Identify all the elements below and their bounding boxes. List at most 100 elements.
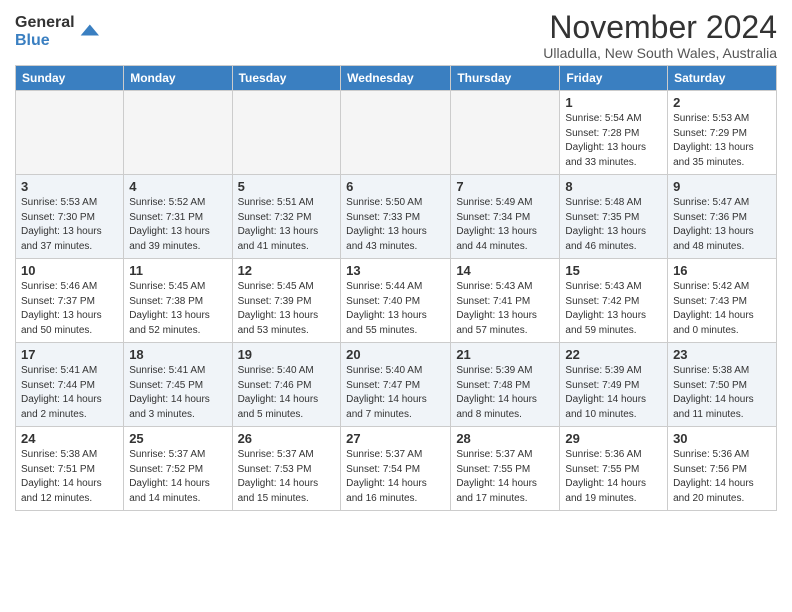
day-number: 21 bbox=[456, 347, 554, 362]
calendar-week-row: 17 Sunrise: 5:41 AMSunset: 7:44 PMDayligh… bbox=[16, 343, 777, 427]
day-number: 2 bbox=[673, 95, 771, 110]
day-number: 10 bbox=[21, 263, 118, 278]
day-info: Sunrise: 5:45 AMSunset: 7:38 PMDaylight:… bbox=[129, 280, 226, 338]
day-number: 6 bbox=[346, 179, 445, 194]
calendar-day-cell: 10 Sunrise: 5:46 AMSunset: 7:37 PMDayligh… bbox=[16, 259, 124, 343]
calendar-day-cell: 14 Sunrise: 5:43 AMSunset: 7:41 PMDayligh… bbox=[451, 259, 560, 343]
day-number: 14 bbox=[456, 263, 554, 278]
day-number: 9 bbox=[673, 179, 771, 194]
day-number: 7 bbox=[456, 179, 554, 194]
calendar-day-cell bbox=[232, 91, 341, 175]
day-number: 3 bbox=[21, 179, 118, 194]
calendar-day-cell: 3 Sunrise: 5:53 AMSunset: 7:30 PMDaylight… bbox=[16, 175, 124, 259]
calendar-week-row: 10 Sunrise: 5:46 AMSunset: 7:37 PMDayligh… bbox=[16, 259, 777, 343]
page-container: General Blue November 2024 Ulladulla, Ne… bbox=[0, 0, 792, 521]
day-number: 29 bbox=[565, 431, 662, 446]
logo-general-text: General bbox=[15, 14, 75, 32]
calendar-day-cell: 6 Sunrise: 5:50 AMSunset: 7:33 PMDaylight… bbox=[341, 175, 451, 259]
calendar-week-row: 24Sunrise: 5:38 AMSunset: 7:51 PMDayligh… bbox=[16, 427, 777, 511]
calendar-weekday-header: Wednesday bbox=[341, 66, 451, 91]
day-number: 16 bbox=[673, 263, 771, 278]
day-info: Sunrise: 5:41 AMSunset: 7:45 PMDaylight:… bbox=[129, 364, 226, 422]
calendar-day-cell: 23 Sunrise: 5:38 AMSunset: 7:50 PMDayligh… bbox=[668, 343, 777, 427]
day-info: Sunrise: 5:43 AMSunset: 7:42 PMDaylight:… bbox=[565, 280, 662, 338]
day-number: 27 bbox=[346, 431, 445, 446]
calendar-weekday-header: Tuesday bbox=[232, 66, 341, 91]
calendar-day-cell: 26Sunrise: 5:37 AMSunset: 7:53 PMDayligh… bbox=[232, 427, 341, 511]
calendar-table: SundayMondayTuesdayWednesdayThursdayFrid… bbox=[15, 65, 777, 511]
day-number: 17 bbox=[21, 347, 118, 362]
day-info: Sunrise: 5:46 AMSunset: 7:37 PMDaylight:… bbox=[21, 280, 118, 338]
day-number: 23 bbox=[673, 347, 771, 362]
calendar-day-cell: 5Sunrise: 5:51 AMSunset: 7:32 PMDaylight… bbox=[232, 175, 341, 259]
day-number: 22 bbox=[565, 347, 662, 362]
day-number: 1 bbox=[565, 95, 662, 110]
calendar-day-cell: 4 Sunrise: 5:52 AMSunset: 7:31 PMDaylight… bbox=[124, 175, 232, 259]
day-info: Sunrise: 5:44 AMSunset: 7:40 PMDaylight:… bbox=[346, 280, 445, 338]
calendar-day-cell: 9Sunrise: 5:47 AMSunset: 7:36 PMDaylight… bbox=[668, 175, 777, 259]
day-number: 11 bbox=[129, 263, 226, 278]
calendar-week-row: 1 Sunrise: 5:54 AMSunset: 7:28 PMDaylight… bbox=[16, 91, 777, 175]
logo-blue-text: Blue bbox=[15, 32, 75, 50]
day-number: 18 bbox=[129, 347, 226, 362]
day-number: 8 bbox=[565, 179, 662, 194]
calendar-day-cell: 7 Sunrise: 5:49 AMSunset: 7:34 PMDaylight… bbox=[451, 175, 560, 259]
day-number: 25 bbox=[129, 431, 226, 446]
day-info: Sunrise: 5:37 AMSunset: 7:55 PMDaylight:… bbox=[456, 448, 554, 506]
calendar-day-cell: 19 Sunrise: 5:40 AMSunset: 7:46 PMDayligh… bbox=[232, 343, 341, 427]
day-number: 13 bbox=[346, 263, 445, 278]
day-info: Sunrise: 5:41 AMSunset: 7:44 PMDaylight:… bbox=[21, 364, 118, 422]
location: Ulladulla, New South Wales, Australia bbox=[543, 45, 777, 61]
calendar-day-cell: 22 Sunrise: 5:39 AMSunset: 7:49 PMDayligh… bbox=[560, 343, 668, 427]
day-info: Sunrise: 5:37 AMSunset: 7:53 PMDaylight:… bbox=[238, 448, 336, 506]
calendar-day-cell: 30Sunrise: 5:36 AMSunset: 7:56 PMDayligh… bbox=[668, 427, 777, 511]
day-info: Sunrise: 5:49 AMSunset: 7:34 PMDaylight:… bbox=[456, 196, 554, 254]
month-title: November 2024 bbox=[543, 10, 777, 45]
day-number: 20 bbox=[346, 347, 445, 362]
calendar-week-row: 3 Sunrise: 5:53 AMSunset: 7:30 PMDaylight… bbox=[16, 175, 777, 259]
day-info: Sunrise: 5:50 AMSunset: 7:33 PMDaylight:… bbox=[346, 196, 445, 254]
day-info: Sunrise: 5:53 AMSunset: 7:29 PMDaylight:… bbox=[673, 112, 771, 170]
day-info: Sunrise: 5:53 AMSunset: 7:30 PMDaylight:… bbox=[21, 196, 118, 254]
day-number: 15 bbox=[565, 263, 662, 278]
day-info: Sunrise: 5:38 AMSunset: 7:50 PMDaylight:… bbox=[673, 364, 771, 422]
day-info: Sunrise: 5:54 AMSunset: 7:28 PMDaylight:… bbox=[565, 112, 662, 170]
day-info: Sunrise: 5:45 AMSunset: 7:39 PMDaylight:… bbox=[238, 280, 336, 338]
calendar-day-cell: 24Sunrise: 5:38 AMSunset: 7:51 PMDayligh… bbox=[16, 427, 124, 511]
calendar-day-cell: 21 Sunrise: 5:39 AMSunset: 7:48 PMDayligh… bbox=[451, 343, 560, 427]
calendar-weekday-header: Thursday bbox=[451, 66, 560, 91]
day-number: 24 bbox=[21, 431, 118, 446]
calendar-day-cell: 29Sunrise: 5:36 AMSunset: 7:55 PMDayligh… bbox=[560, 427, 668, 511]
calendar-day-cell: 12 Sunrise: 5:45 AMSunset: 7:39 PMDayligh… bbox=[232, 259, 341, 343]
calendar-day-cell: 15 Sunrise: 5:43 AMSunset: 7:42 PMDayligh… bbox=[560, 259, 668, 343]
day-info: Sunrise: 5:37 AMSunset: 7:52 PMDaylight:… bbox=[129, 448, 226, 506]
calendar-header-row: SundayMondayTuesdayWednesdayThursdayFrid… bbox=[16, 66, 777, 91]
calendar-weekday-header: Sunday bbox=[16, 66, 124, 91]
header: General Blue November 2024 Ulladulla, Ne… bbox=[15, 10, 777, 61]
day-info: Sunrise: 5:43 AMSunset: 7:41 PMDaylight:… bbox=[456, 280, 554, 338]
day-number: 12 bbox=[238, 263, 336, 278]
day-info: Sunrise: 5:40 AMSunset: 7:46 PMDaylight:… bbox=[238, 364, 336, 422]
day-number: 4 bbox=[129, 179, 226, 194]
day-info: Sunrise: 5:39 AMSunset: 7:49 PMDaylight:… bbox=[565, 364, 662, 422]
calendar-weekday-header: Saturday bbox=[668, 66, 777, 91]
calendar-day-cell: 1 Sunrise: 5:54 AMSunset: 7:28 PMDaylight… bbox=[560, 91, 668, 175]
calendar-day-cell: 8Sunrise: 5:48 AMSunset: 7:35 PMDaylight… bbox=[560, 175, 668, 259]
calendar-day-cell bbox=[16, 91, 124, 175]
calendar-day-cell bbox=[124, 91, 232, 175]
calendar-day-cell: 11 Sunrise: 5:45 AMSunset: 7:38 PMDayligh… bbox=[124, 259, 232, 343]
day-info: Sunrise: 5:52 AMSunset: 7:31 PMDaylight:… bbox=[129, 196, 226, 254]
logo-icon bbox=[77, 19, 99, 41]
day-number: 5 bbox=[238, 179, 336, 194]
day-info: Sunrise: 5:39 AMSunset: 7:48 PMDaylight:… bbox=[456, 364, 554, 422]
title-block: November 2024 Ulladulla, New South Wales… bbox=[543, 10, 777, 61]
calendar-day-cell: 16 Sunrise: 5:42 AMSunset: 7:43 PMDayligh… bbox=[668, 259, 777, 343]
day-info: Sunrise: 5:37 AMSunset: 7:54 PMDaylight:… bbox=[346, 448, 445, 506]
calendar-weekday-header: Friday bbox=[560, 66, 668, 91]
calendar-day-cell: 27 Sunrise: 5:37 AMSunset: 7:54 PMDayligh… bbox=[341, 427, 451, 511]
calendar-day-cell: 18 Sunrise: 5:41 AMSunset: 7:45 PMDayligh… bbox=[124, 343, 232, 427]
day-number: 19 bbox=[238, 347, 336, 362]
day-info: Sunrise: 5:36 AMSunset: 7:56 PMDaylight:… bbox=[673, 448, 771, 506]
day-info: Sunrise: 5:42 AMSunset: 7:43 PMDaylight:… bbox=[673, 280, 771, 338]
calendar-day-cell: 2 Sunrise: 5:53 AMSunset: 7:29 PMDaylight… bbox=[668, 91, 777, 175]
